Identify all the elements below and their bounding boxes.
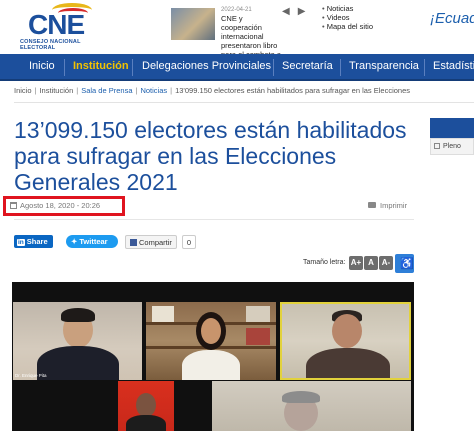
linkedin-icon: in: [17, 239, 25, 246]
quick-links: Noticias Videos Mapa del sitio: [322, 4, 373, 31]
nav-item-inicio[interactable]: Inicio: [29, 60, 55, 72]
linkedin-share-button[interactable]: in Share: [14, 235, 53, 248]
twitter-share-button[interactable]: ✦ Twittear: [66, 235, 118, 248]
page: CNE CONSEJO NACIONAL ELECTORAL 2022-04-2…: [0, 0, 474, 431]
country-slogan: ¡Ecuado: [430, 10, 474, 27]
divider: [14, 219, 414, 220]
article-title: 13’099.150 electores están habilitados p…: [14, 117, 407, 195]
news-thumbnail[interactable]: [171, 8, 215, 40]
sidebar-pleno-button[interactable]: Pleno: [430, 138, 474, 155]
nav-separator: [340, 59, 341, 76]
print-link[interactable]: Imprimir: [368, 201, 407, 210]
prev-arrow-icon[interactable]: ◀: [282, 6, 290, 17]
article-image-videoconference: Dr. Enrique Pita: [12, 282, 414, 431]
nav-separator: [424, 59, 425, 76]
news-date: 2022-04-21: [221, 7, 252, 13]
printer-icon: [368, 202, 376, 208]
print-label: Imprimir: [380, 201, 408, 210]
nav-separator: [273, 59, 274, 76]
nav-item-transparencia[interactable]: Transparencia: [349, 60, 419, 72]
breadcrumb-institucion[interactable]: Institución: [39, 86, 73, 95]
nav-item-estadisticas[interactable]: Estadísticas: [433, 60, 474, 72]
breadcrumb-sala-prensa[interactable]: Sala de Prensa: [81, 86, 132, 95]
calendar-icon: [10, 202, 17, 209]
breadcrumb-current: 13'099.150 electores están habilitados p…: [175, 86, 411, 95]
next-arrow-icon[interactable]: ▶: [298, 6, 306, 17]
site-header: CNE CONSEJO NACIONAL ELECTORAL 2022-04-2…: [0, 0, 474, 68]
facebook-share-label: Compartir: [139, 238, 172, 247]
nav-item-secretaria[interactable]: Secretaría: [282, 60, 333, 72]
nav-separator: [64, 59, 65, 76]
text-size-increase-button[interactable]: A+: [349, 256, 363, 270]
checkbox-icon: [434, 143, 440, 149]
text-size-decrease-button[interactable]: A-: [379, 256, 393, 270]
sidebar-tab: [430, 118, 474, 138]
sidebar-pleno-label: Pleno: [443, 143, 461, 150]
twitter-icon: ✦: [71, 237, 78, 246]
breadcrumb-noticias[interactable]: Noticias: [140, 86, 167, 95]
nav-item-delegaciones[interactable]: Delegaciones Provinciales: [142, 60, 271, 72]
cne-logo[interactable]: CNE CONSEJO NACIONAL ELECTORAL: [14, 3, 114, 51]
news-arrows: ◀ ▶: [282, 6, 313, 17]
video-tile-5: [212, 381, 411, 431]
accessibility-button[interactable]: ♿: [395, 254, 414, 273]
facebook-icon: [130, 239, 137, 246]
nav-separator: [132, 59, 133, 76]
quicklink-mapa[interactable]: Mapa del sitio: [322, 22, 373, 31]
video-tile-4: [118, 381, 174, 431]
video-tile-2: [146, 302, 276, 380]
quicklink-noticias[interactable]: Noticias: [322, 4, 373, 13]
text-size-normal-button[interactable]: A: [364, 256, 378, 270]
video-tile-label: Dr. Enrique Pita: [15, 373, 47, 378]
twitter-share-label: Twittear: [79, 237, 108, 246]
main-nav: Inicio Institución Delegaciones Provinci…: [0, 54, 474, 81]
article-date-text: Agosto 18, 2020 - 20:26: [20, 201, 101, 210]
facebook-share-button[interactable]: Compartir: [125, 235, 177, 249]
breadcrumb-home[interactable]: Inicio: [14, 86, 32, 95]
logo-subtitle: CONSEJO NACIONAL ELECTORAL: [20, 39, 81, 51]
facebook-share-count: 0: [182, 235, 196, 249]
accessibility-icon: ♿: [400, 258, 414, 270]
video-tile-1: Dr. Enrique Pita: [13, 302, 142, 380]
quicklink-videos[interactable]: Videos: [322, 13, 373, 22]
logo-text: CNE: [28, 9, 85, 40]
video-tile-3-active-speaker: [280, 302, 411, 380]
nav-item-institucion[interactable]: Institución: [73, 60, 129, 72]
divider: [14, 102, 474, 103]
text-size-label: Tamaño letra:: [303, 259, 346, 266]
article-date: Agosto 18, 2020 - 20:26: [10, 201, 100, 210]
linkedin-share-label: Share: [26, 237, 48, 246]
breadcrumb: Inicio | Institución | Sala de Prensa | Notici…: [14, 86, 411, 95]
